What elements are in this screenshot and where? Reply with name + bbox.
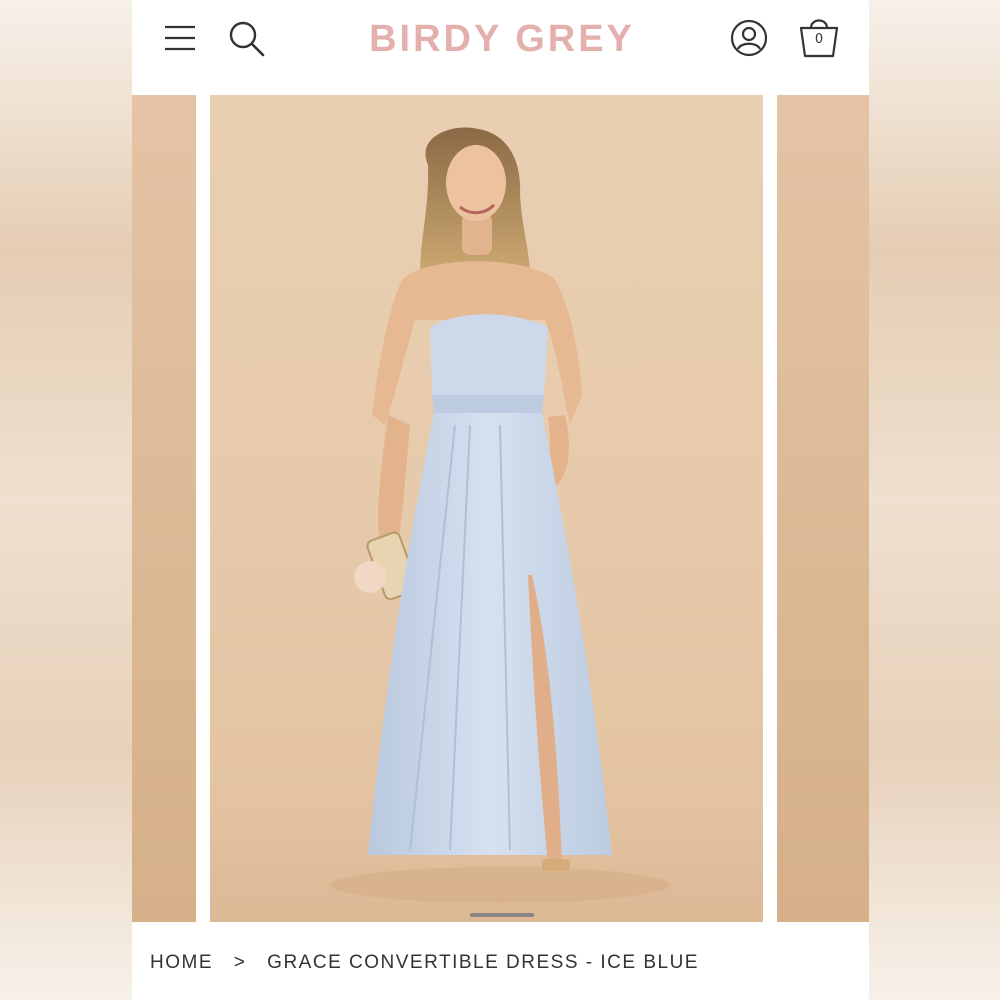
breadcrumb-separator: > bbox=[233, 952, 247, 973]
mobile-page: BIRDY GREY 0 HOME > GRACE CONVERTIBLE DR… bbox=[132, 0, 869, 1000]
account-icon[interactable] bbox=[729, 18, 769, 58]
cart-count-badge: 0 bbox=[814, 32, 824, 47]
site-header: BIRDY GREY 0 bbox=[132, 0, 869, 95]
brand-logo[interactable]: BIRDY GREY bbox=[332, 14, 672, 64]
cart-icon[interactable]: 0 bbox=[797, 14, 841, 60]
menu-icon[interactable] bbox=[162, 22, 202, 54]
breadcrumb: HOME > GRACE CONVERTIBLE DRESS - ICE BLU… bbox=[150, 952, 699, 982]
search-icon[interactable] bbox=[226, 18, 268, 60]
product-image[interactable] bbox=[210, 95, 763, 922]
product-image-carousel[interactable] bbox=[132, 95, 869, 922]
next-slide-peek[interactable] bbox=[777, 95, 869, 922]
breadcrumb-home-link[interactable]: HOME bbox=[150, 952, 213, 974]
carousel-position-indicator[interactable] bbox=[470, 913, 534, 917]
background-blur-left bbox=[0, 0, 132, 1000]
model-in-dress-illustration bbox=[330, 127, 670, 903]
breadcrumb-current-page: GRACE CONVERTIBLE DRESS - ICE BLUE bbox=[267, 952, 699, 973]
previous-slide-peek[interactable] bbox=[132, 95, 196, 922]
background-blur-right bbox=[868, 0, 1000, 1000]
